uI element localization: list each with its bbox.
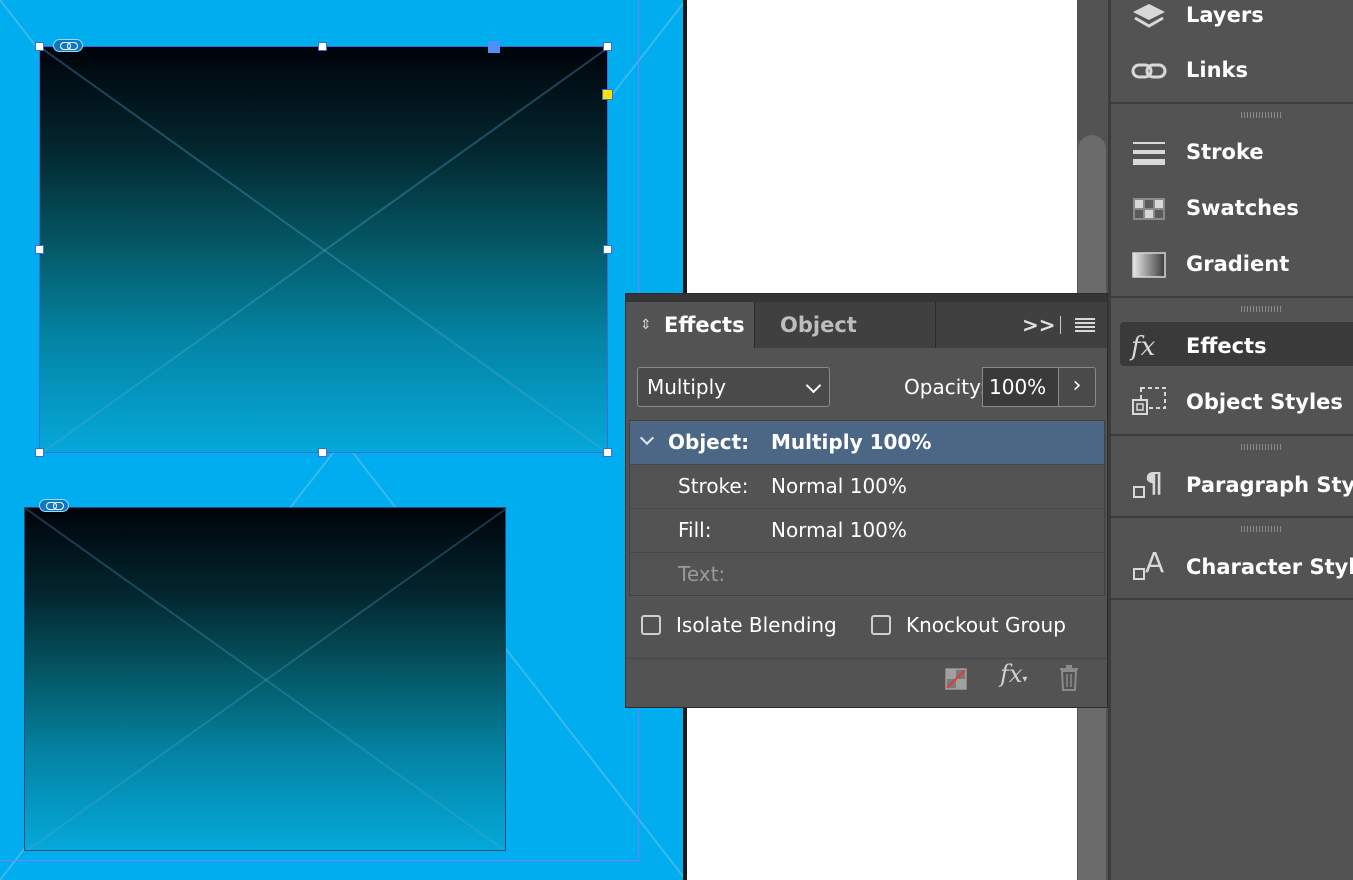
- handle-middle-left[interactable]: [35, 245, 44, 254]
- dock-label: Stroke: [1186, 140, 1264, 164]
- link-badge-icon[interactable]: [39, 499, 69, 512]
- chevron-down-icon[interactable]: [639, 430, 655, 446]
- gradient-icon: [1132, 252, 1166, 278]
- dock-item-character-styles[interactable]: A Character Styles: [1111, 542, 1353, 592]
- row-value: Multiply 100%: [771, 430, 932, 454]
- row-key: Fill:: [678, 518, 712, 542]
- list-item-stroke[interactable]: Stroke: Normal 100%: [630, 465, 1104, 509]
- handle-bottom-left[interactable]: [35, 448, 44, 457]
- image-frame[interactable]: [24, 507, 506, 851]
- fx-menu-button[interactable]: fx▾: [1000, 660, 1027, 688]
- dock-group-grip[interactable]: [1241, 444, 1281, 450]
- document-canvas[interactable]: [0, 0, 686, 880]
- effects-target-list: Object: Multiply 100% Stroke: Normal 100…: [629, 420, 1105, 596]
- panel-menu-icon[interactable]: [1075, 318, 1095, 332]
- divider: [626, 658, 1107, 659]
- handle-bottom-center[interactable]: [318, 448, 327, 457]
- links-icon: [1131, 63, 1167, 79]
- character-styles-icon: A: [1131, 546, 1167, 582]
- row-key: Object:: [668, 430, 750, 454]
- row-key: Text:: [678, 562, 726, 586]
- dock-label: Paragraph Styles: [1186, 473, 1353, 497]
- dock-group-separator: [1111, 102, 1353, 104]
- effects-panel-body: Multiply Opacity: 100% › Object: Multipl…: [626, 348, 1107, 707]
- panel-drag-bar[interactable]: [626, 294, 1107, 302]
- isolate-blending-checkbox[interactable]: [641, 615, 661, 635]
- list-item-object[interactable]: Object: Multiply 100%: [630, 421, 1104, 465]
- knockout-group-label: Knockout Group: [906, 613, 1066, 637]
- dock-item-stroke[interactable]: Stroke: [1111, 127, 1353, 177]
- row-key: Stroke:: [678, 474, 749, 498]
- dock-label: Layers: [1186, 3, 1264, 27]
- paragraph-styles-icon: ¶: [1131, 466, 1167, 500]
- dock-item-paragraph-styles[interactable]: ¶ Paragraph Styles: [1111, 460, 1353, 510]
- handle-top-center[interactable]: [318, 42, 327, 51]
- dock-label: Gradient: [1186, 252, 1290, 276]
- divider: [1060, 316, 1061, 334]
- handle-top-right[interactable]: [603, 42, 612, 51]
- list-item-fill[interactable]: Fill: Normal 100%: [630, 509, 1104, 553]
- blend-mode-dropdown[interactable]: Multiply: [637, 367, 830, 407]
- opacity-input[interactable]: 100%: [982, 367, 1058, 407]
- tab-label: Effects: [664, 313, 745, 337]
- dock-group-separator: [1111, 598, 1353, 600]
- frame-placeholder-cross: [25, 508, 505, 850]
- collapse-to-icons-button[interactable]: >>: [1022, 310, 1056, 340]
- trash-icon[interactable]: [1058, 665, 1080, 691]
- dock-item-object-styles[interactable]: Object Styles: [1111, 377, 1353, 427]
- row-value: Normal 100%: [771, 474, 907, 498]
- dock-label: Links: [1186, 58, 1248, 82]
- tab-effects[interactable]: ⇕ Effects: [626, 302, 755, 348]
- handle-bottom-right[interactable]: [603, 448, 612, 457]
- dock-label: Character Styles: [1186, 555, 1353, 579]
- handle-top-left[interactable]: [35, 42, 44, 51]
- dock-label: Object Styles: [1186, 390, 1343, 414]
- content-grabber-handle[interactable]: [488, 41, 500, 53]
- dock-group-separator: [1111, 296, 1353, 298]
- dock-group-grip[interactable]: [1241, 526, 1281, 532]
- row-value: Normal 100%: [771, 518, 907, 542]
- dock-item-gradient[interactable]: Gradient: [1111, 239, 1353, 289]
- fx-icon: fx: [1000, 660, 1023, 688]
- dock-item-layers[interactable]: Layers: [1111, 0, 1353, 40]
- live-corner-handle[interactable]: [602, 89, 613, 100]
- clear-effects-icon[interactable]: [945, 668, 967, 690]
- dock-group-separator: [1111, 434, 1353, 436]
- opacity-slider-button[interactable]: ›: [1058, 367, 1096, 407]
- dock-group-grip[interactable]: [1241, 306, 1281, 312]
- selected-image-frame[interactable]: [39, 46, 608, 453]
- margin-guide: [0, 860, 639, 861]
- panel-tabs: ⇕ Effects Object Styles >>: [626, 302, 1107, 383]
- knockout-group-checkbox[interactable]: [871, 615, 891, 635]
- dock-label: Swatches: [1186, 196, 1299, 220]
- effects-panel: ⇕ Effects Object Styles >> Multiply Opac…: [625, 293, 1108, 708]
- frame-placeholder-cross: [40, 47, 607, 452]
- layers-icon: [1133, 4, 1165, 28]
- dock-group-grip[interactable]: [1241, 112, 1281, 118]
- dock-item-swatches[interactable]: Swatches: [1111, 183, 1353, 233]
- dock-label: Effects: [1186, 334, 1267, 358]
- blend-mode-value: Multiply: [647, 375, 726, 399]
- handle-middle-right[interactable]: [603, 245, 612, 254]
- tab-object-styles[interactable]: Object Styles: [755, 302, 936, 383]
- dock-group-separator: [1111, 516, 1353, 518]
- tab-collapse-arrows-icon[interactable]: ⇕: [640, 302, 652, 348]
- opacity-label: Opacity:: [904, 375, 987, 399]
- isolate-blending-label: Isolate Blending: [676, 613, 837, 637]
- panel-dock: Layers Links Stroke Swatches Gradient fx…: [1111, 0, 1353, 880]
- fx-icon: fx: [1131, 332, 1156, 362]
- list-item-text[interactable]: Text:: [630, 553, 1104, 596]
- stroke-icon: [1133, 142, 1165, 165]
- link-badge-icon[interactable]: [53, 39, 83, 52]
- dock-item-links[interactable]: Links: [1111, 45, 1353, 95]
- object-styles-icon: [1132, 387, 1166, 415]
- chevron-down-icon: [805, 377, 822, 394]
- swatches-icon: [1133, 198, 1165, 220]
- dock-item-effects[interactable]: fx Effects: [1111, 321, 1353, 371]
